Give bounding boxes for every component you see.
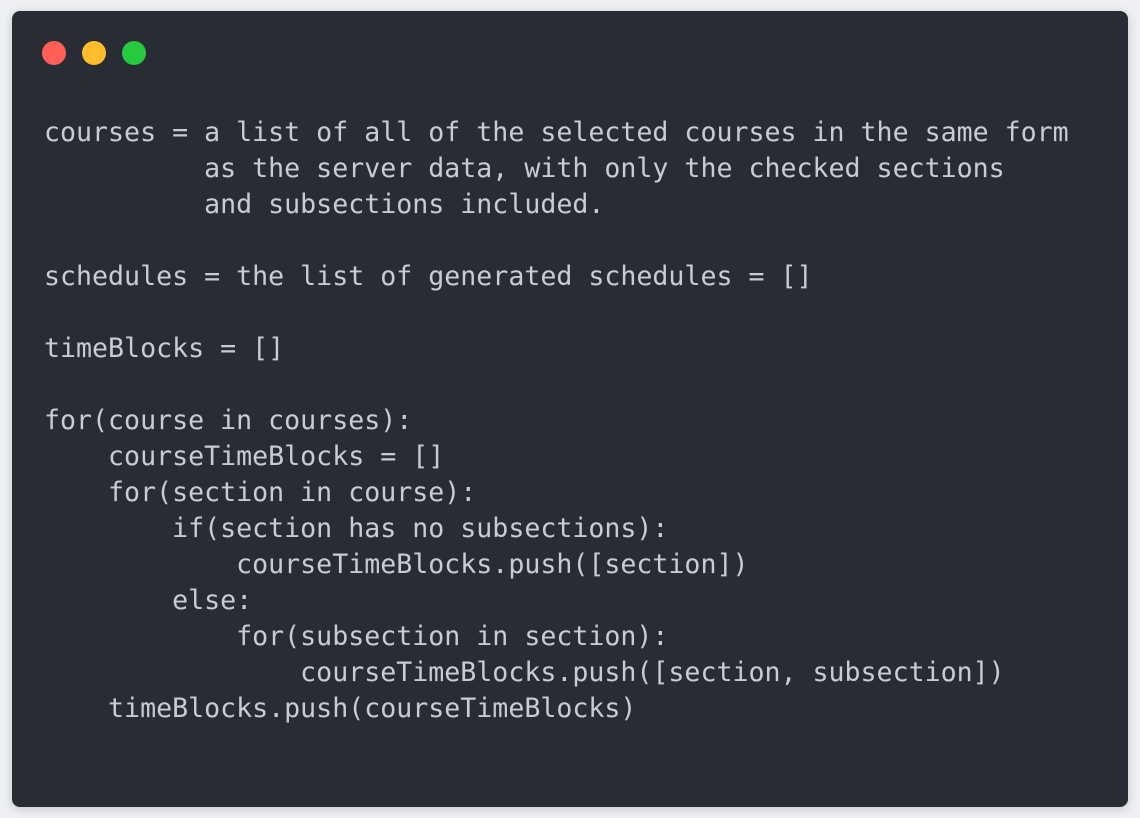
- code-line: courseTimeBlocks.push([section]): [44, 549, 749, 580]
- code-line: else:: [44, 585, 253, 616]
- window-controls: [42, 41, 146, 65]
- code-line: schedules = the list of generated schedu…: [44, 261, 813, 292]
- code-line: for(course in courses):: [44, 405, 413, 436]
- code-line: for(subsection in section):: [44, 621, 669, 652]
- code-line: timeBlocks.push(courseTimeBlocks): [44, 693, 637, 724]
- code-line: courseTimeBlocks = []: [44, 441, 445, 472]
- code-line: timeBlocks = []: [44, 333, 285, 364]
- code-line: as the server data, with only the checke…: [44, 153, 1005, 184]
- code-block: courses = a list of all of the selected …: [44, 115, 1069, 727]
- minimize-button[interactable]: [82, 41, 106, 65]
- code-line: if(section has no subsections):: [44, 513, 669, 544]
- close-button[interactable]: [42, 41, 66, 65]
- maximize-button[interactable]: [122, 41, 146, 65]
- code-line: courseTimeBlocks.push([section, subsecti…: [44, 657, 1005, 688]
- code-window: courses = a list of all of the selected …: [12, 11, 1128, 807]
- code-line: and subsections included.: [44, 189, 605, 220]
- code-line: courses = a list of all of the selected …: [44, 117, 1069, 148]
- code-line: for(section in course):: [44, 477, 477, 508]
